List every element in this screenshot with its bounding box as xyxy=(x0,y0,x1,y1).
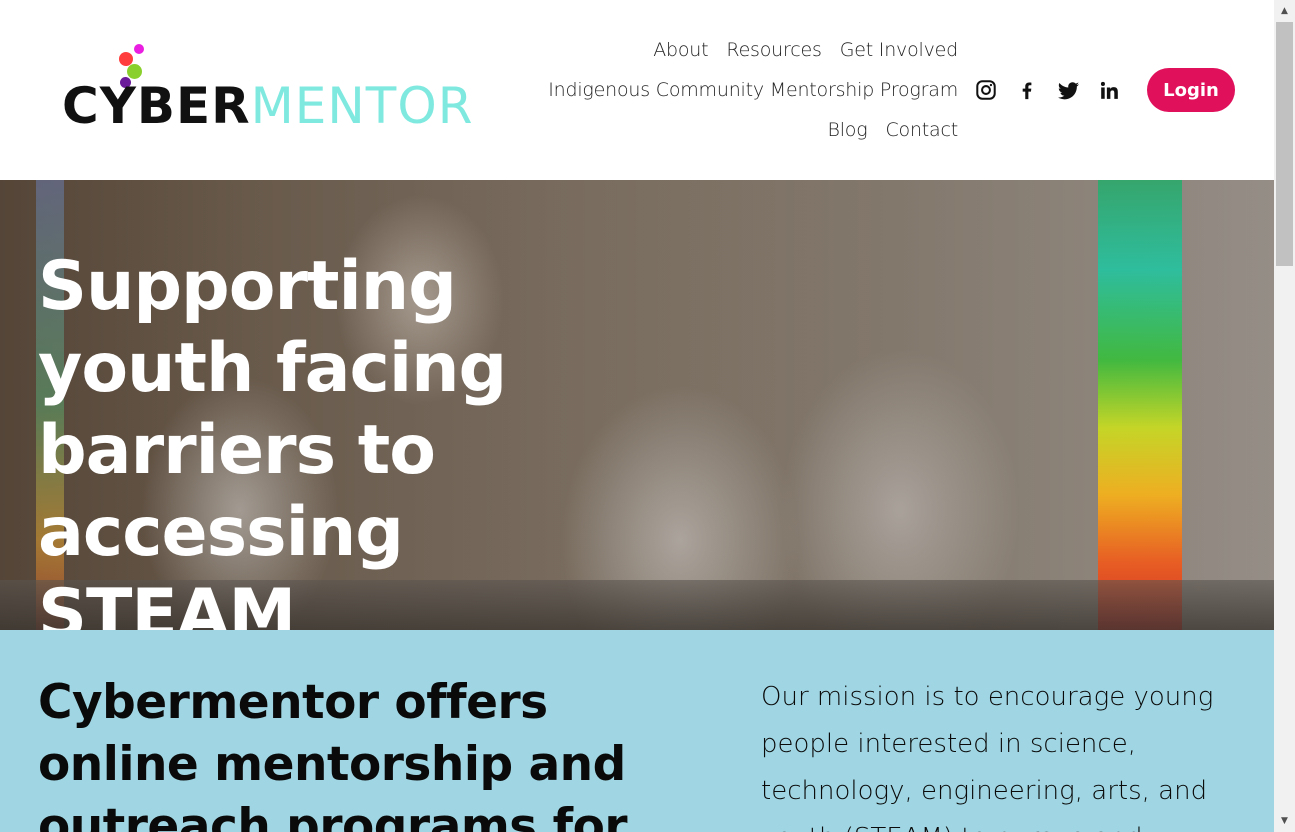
facebook-icon[interactable] xyxy=(1015,78,1039,102)
twitter-icon[interactable] xyxy=(1056,78,1080,102)
hero-banner: Supporting youth facing barriers to acce… xyxy=(0,180,1274,630)
mission-heading: Cybermentor offers online mentorship and… xyxy=(38,675,628,832)
main-nav: About Resources Get Involved Indigenous … xyxy=(488,30,958,150)
nav-row-3: Blog Contact xyxy=(488,110,958,150)
nav-resources[interactable]: Resources xyxy=(726,39,821,61)
logo-dot xyxy=(134,44,144,54)
mission-statement: Our mission is to encourage young people… xyxy=(761,682,1214,832)
scroll-thumb[interactable] xyxy=(1276,22,1293,266)
cybermentor-logo[interactable]: CYBERMENTOR xyxy=(60,40,472,140)
scroll-down-arrow-icon[interactable]: ▼ xyxy=(1274,810,1295,832)
nav-get-involved[interactable]: Get Involved xyxy=(840,39,958,61)
nav-row-2: Indigenous Community Mentorship Program xyxy=(488,70,958,110)
nav-blog[interactable]: Blog xyxy=(827,119,867,141)
hero-image-detail xyxy=(1098,180,1182,630)
nav-row-1: About Resources Get Involved xyxy=(488,30,958,70)
page-scrollbar[interactable]: ▲ ▼ xyxy=(1274,0,1295,832)
social-links xyxy=(974,76,1138,104)
hero-title: Supporting youth facing barriers to acce… xyxy=(38,247,507,630)
linkedin-icon[interactable] xyxy=(1097,78,1121,102)
logo-wordmark: CYBERMENTOR xyxy=(62,77,474,135)
mission-section: Cybermentor offers online mentorship and… xyxy=(0,630,1274,832)
site-header: CYBERMENTOR About Resources Get Involved… xyxy=(0,0,1274,180)
instagram-icon[interactable] xyxy=(974,78,998,102)
login-button[interactable]: Login xyxy=(1147,68,1235,112)
nav-indigenous-program[interactable]: Indigenous Community Mentorship Program xyxy=(548,79,958,101)
scroll-up-arrow-icon[interactable]: ▲ xyxy=(1274,0,1295,22)
nav-contact[interactable]: Contact xyxy=(885,119,958,141)
nav-about[interactable]: About xyxy=(653,39,708,61)
